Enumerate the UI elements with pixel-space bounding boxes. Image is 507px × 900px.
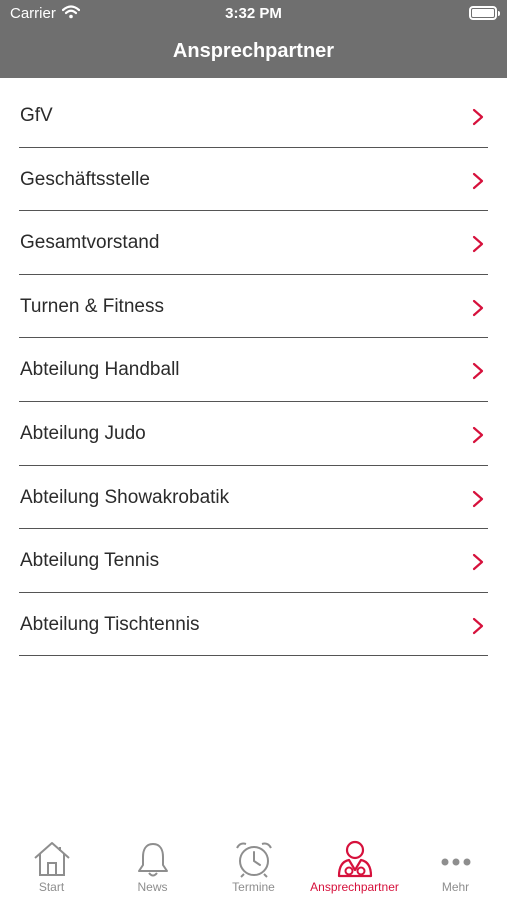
bell-icon — [137, 843, 168, 877]
contact-person-icon — [337, 840, 372, 878]
tab-label: Termine — [232, 880, 275, 894]
chevron-right-icon — [472, 426, 484, 444]
list-item-label: Abteilung Handball — [20, 359, 180, 381]
page-title: Ansprechpartner — [172, 40, 335, 62]
chevron-right-icon — [472, 617, 484, 634]
chevron-right-icon — [472, 299, 484, 316]
tab-label: Ansprechpartner — [310, 880, 399, 894]
chevron-right-icon — [472, 172, 484, 189]
list-item-tischtennis[interactable]: Abteilung Tischtennis — [19, 593, 488, 657]
list-item-handball[interactable]: Abteilung Handball — [19, 338, 488, 402]
tab-label: News — [137, 880, 168, 894]
more-dots-icon — [441, 858, 470, 866]
tab-bar: Start News Termine Ansprechpartner Mehr — [0, 834, 507, 900]
tab-ansprechpartner[interactable]: Ansprechpartner — [304, 834, 405, 900]
list-item-tennis[interactable]: Abteilung Tennis — [19, 529, 488, 593]
list-item-gesamtvorstand[interactable]: Gesamtvorstand — [19, 211, 488, 275]
list-item-label: GfV — [20, 105, 53, 126]
list-item-label: Abteilung Tennis — [20, 550, 160, 572]
list-item-label: Gesamtvorstand — [20, 232, 160, 254]
tab-mehr[interactable]: Mehr — [405, 834, 506, 900]
chevron-right-icon — [472, 363, 484, 380]
list-item-geschaeftsstelle[interactable]: Geschäftsstelle — [19, 148, 488, 212]
battery-icon — [469, 6, 500, 20]
tab-termine[interactable]: Termine — [203, 834, 304, 900]
status-bar: Carrier 3:32 PM — [0, 0, 507, 28]
list-item-label: Turnen & Fitness — [20, 295, 164, 317]
chevron-right-icon — [472, 490, 484, 507]
alarm-clock-icon — [235, 842, 272, 878]
navigation-header: Carrier 3:32 PM Ansprechpartner — [0, 0, 507, 78]
list-item-label: Abteilung Showakrobatik — [20, 486, 230, 508]
list-item-label: Geschäftsstelle — [20, 168, 150, 190]
tab-label: Mehr — [441, 880, 470, 894]
clock-label: 3:32 PM — [225, 5, 282, 22]
chevron-right-icon — [472, 554, 484, 571]
tab-label: Start — [38, 880, 65, 894]
list-item-turnen-fitness[interactable]: Turnen & Fitness — [19, 275, 488, 339]
chevron-right-icon — [472, 108, 484, 126]
list-item-judo[interactable]: Abteilung Judo — [19, 402, 488, 466]
contact-list: GfV Geschäftsstelle Gesamtvorstand Turne… — [0, 84, 507, 657]
home-icon — [33, 842, 70, 876]
list-item-label: Abteilung Tischtennis — [20, 613, 200, 635]
tab-news[interactable]: News — [102, 834, 203, 900]
list-item-gfv[interactable]: GfV — [19, 84, 488, 148]
list-item-showakrobatik[interactable]: Abteilung Showakrobatik — [19, 466, 488, 530]
list-item-label: Abteilung Judo — [20, 422, 146, 444]
tab-start[interactable]: Start — [1, 834, 102, 900]
chevron-right-icon — [472, 236, 484, 253]
